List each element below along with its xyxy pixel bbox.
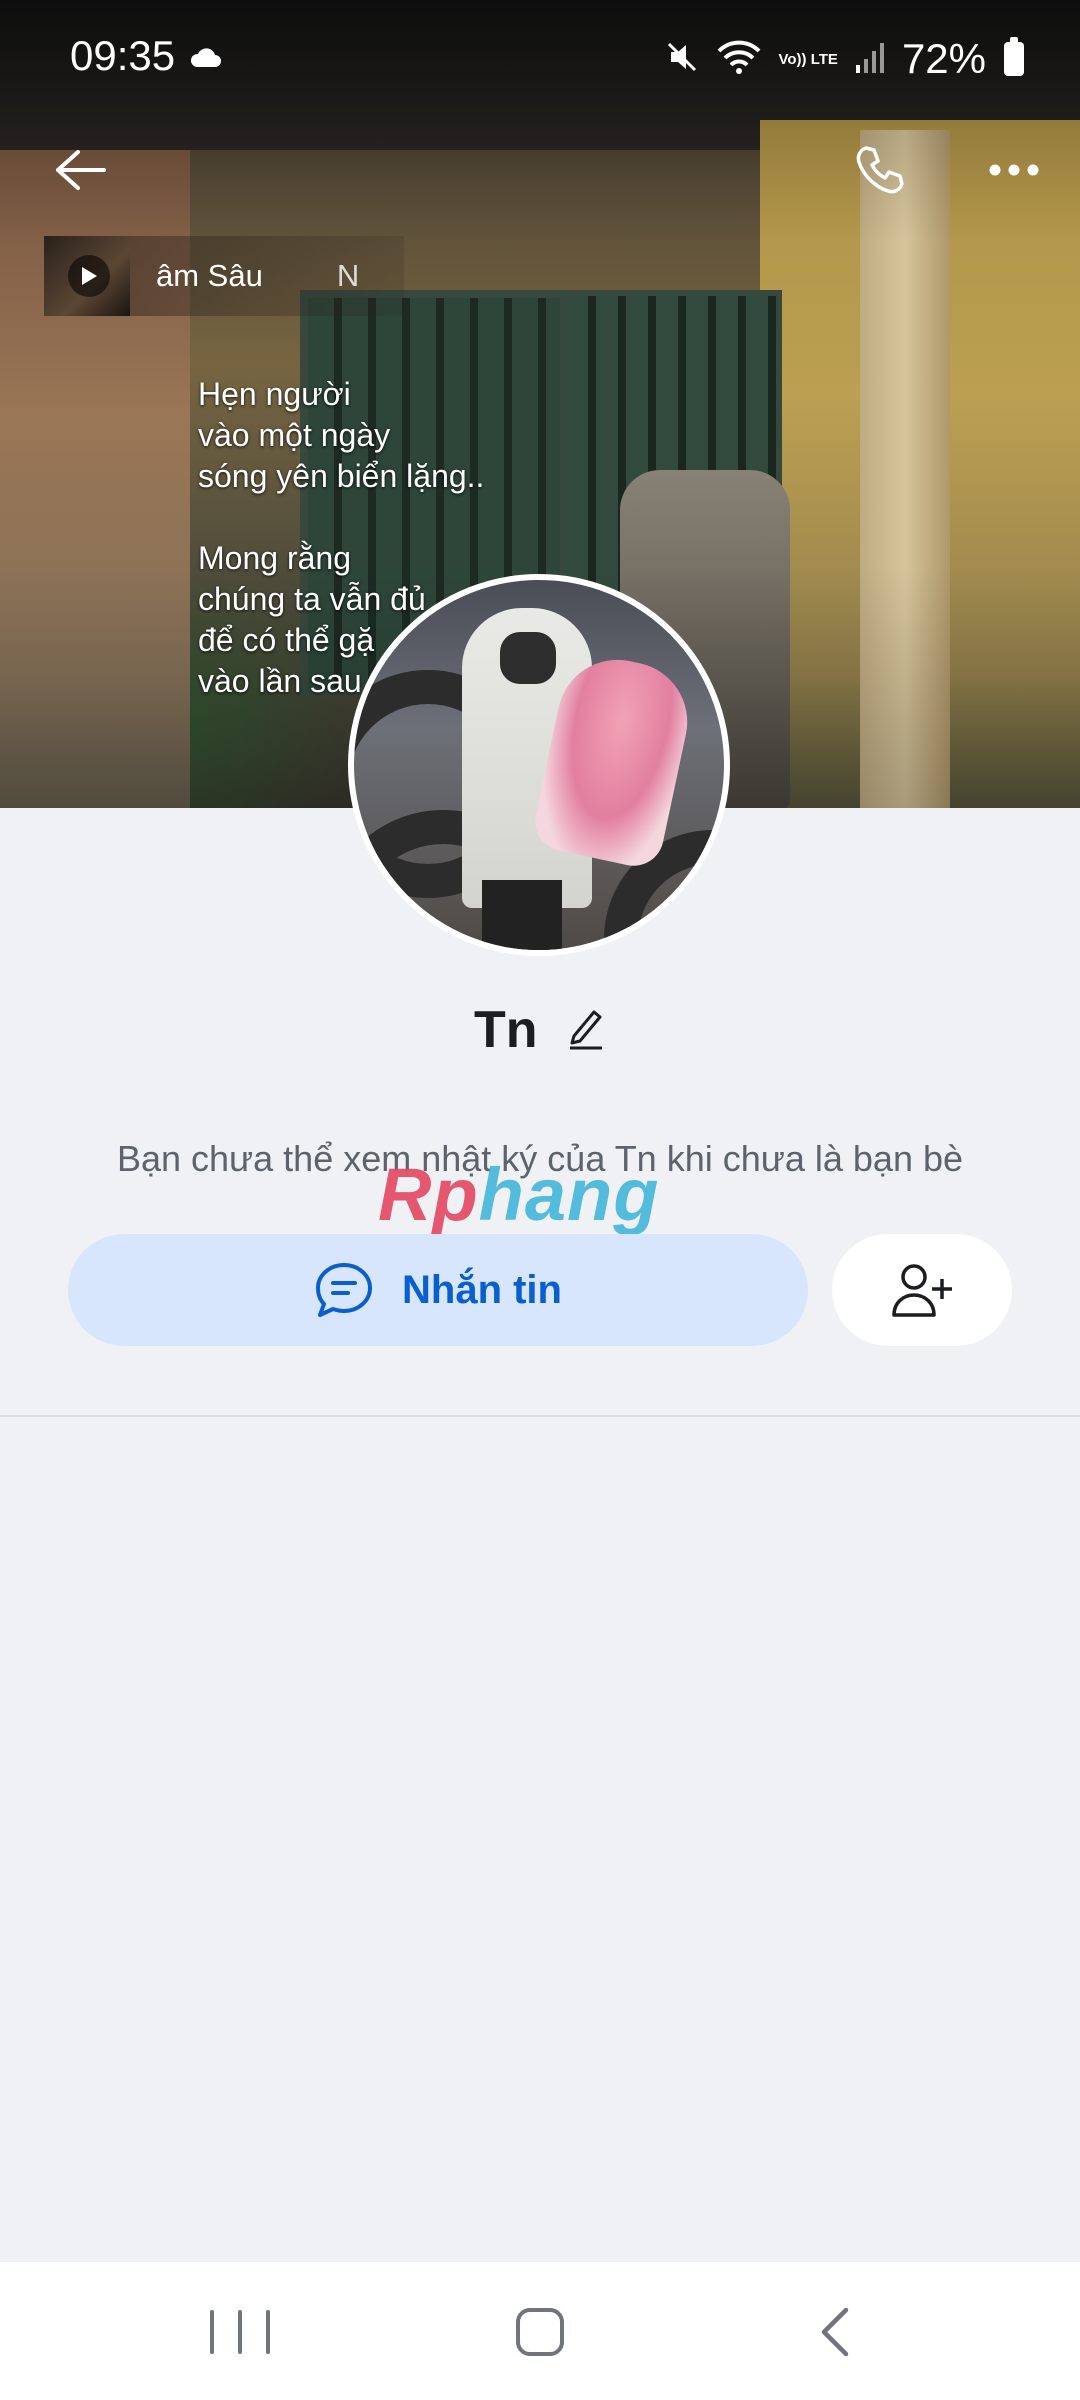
profile-music-bar[interactable]: âm Sâu N — [44, 236, 404, 316]
watermark-part2: hang — [478, 1153, 660, 1236]
message-button[interactable]: Nhắn tin — [68, 1234, 808, 1346]
battery-percent: 72% — [901, 35, 986, 82]
chat-bubble-icon — [316, 1263, 372, 1317]
section-divider — [0, 1415, 1080, 1417]
battery-icon — [1004, 37, 1024, 76]
call-button[interactable] — [838, 128, 922, 212]
wifi-icon — [717, 39, 761, 80]
song-title-tail: N — [336, 258, 360, 293]
profile-name: Tn — [474, 1001, 538, 1059]
more-options-button[interactable] — [972, 128, 1056, 212]
home-icon[interactable] — [516, 2308, 564, 2356]
add-friend-icon — [892, 1264, 952, 1317]
avatar-face — [500, 632, 556, 684]
add-friend-button[interactable] — [832, 1234, 1012, 1346]
mute-icon — [665, 40, 699, 79]
watermark-logo: Rphang — [378, 1152, 659, 1237]
avatar-legs — [482, 880, 562, 950]
back-button[interactable] — [40, 130, 120, 210]
avatar[interactable] — [348, 574, 730, 956]
edit-name-icon[interactable] — [566, 1006, 606, 1055]
status-bar: 09:35 Vo)) LTE 72% — [0, 0, 1080, 118]
profile-name-row: Tn — [0, 1000, 1080, 1060]
phone-call-icon — [856, 146, 904, 194]
status-time: 09:35 — [70, 32, 176, 79]
watermark-part1: Rp — [378, 1153, 479, 1236]
back-arrow-icon — [56, 150, 106, 190]
cloud-icon — [188, 46, 222, 73]
play-icon[interactable] — [68, 255, 110, 297]
back-icon[interactable] — [820, 2306, 850, 2363]
volte-label: Vo)) LTE — [778, 50, 838, 68]
signal-icon — [855, 41, 884, 78]
album-art — [44, 236, 130, 316]
song-title: âm Sâu — [156, 258, 263, 293]
more-options-icon — [989, 164, 1039, 176]
recent-apps-icon[interactable] — [210, 2310, 270, 2354]
system-nav-bar — [0, 2262, 1080, 2400]
message-button-label: Nhắn tin — [402, 1267, 562, 1312]
